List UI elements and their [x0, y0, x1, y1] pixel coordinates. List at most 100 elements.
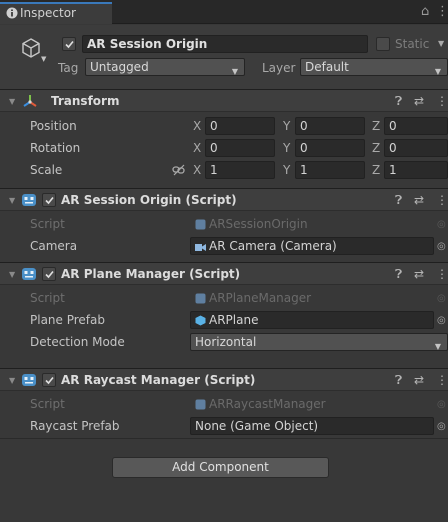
detection-mode-dropdown[interactable]: Horizontal ▼ [190, 333, 448, 351]
tag-value: Untagged [90, 60, 149, 74]
active-checkbox[interactable] [62, 37, 76, 51]
tab-title: Inspector [20, 6, 76, 20]
presets-icon[interactable]: ⇄ [414, 94, 424, 108]
script-label: Script [30, 217, 65, 231]
ar-session-origin-header[interactable]: ▼ AR Session Origin (Script) ❓︎ ⇄ ⋮ [0, 188, 448, 211]
rotation-y-field[interactable]: 0 [295, 139, 365, 157]
script-field: ARRaycastManager [190, 395, 434, 413]
layer-value: Default [305, 60, 349, 74]
check-icon [45, 270, 54, 279]
rotation-z-field[interactable]: 0 [384, 139, 448, 157]
gameobject-cube-icon[interactable] [20, 37, 42, 59]
static-dropdown-icon[interactable]: ▼ [438, 39, 444, 48]
script-icon [22, 268, 36, 280]
scale-y-field[interactable]: 1 [295, 161, 365, 179]
position-label: Position [30, 119, 77, 133]
component-menu-icon[interactable]: ⋮ [436, 94, 448, 108]
scale-x-field[interactable]: 1 [205, 161, 275, 179]
axis-x-label[interactable]: X [193, 141, 201, 155]
object-picker-icon[interactable]: ◎ [437, 241, 446, 252]
transform-title: Transform [51, 94, 120, 108]
help-icon[interactable]: ❓︎ [395, 373, 402, 388]
presets-icon[interactable]: ⇄ [414, 267, 424, 281]
chevron-down-icon: ▼ [434, 67, 441, 76]
component-enabled-checkbox[interactable] [42, 193, 56, 207]
plane-prefab-field[interactable]: ARPlane [190, 311, 434, 329]
help-icon[interactable]: ❓︎ [395, 94, 402, 109]
position-y-field[interactable]: 0 [295, 117, 365, 135]
foldout-icon[interactable]: ▼ [9, 196, 15, 205]
axis-z-label[interactable]: Z [372, 163, 380, 177]
components-divider [0, 438, 448, 439]
component-menu-icon[interactable]: ⋮ [436, 373, 448, 387]
tab-bar: Inspector ⌂ ⋮ [0, 0, 448, 24]
info-icon [6, 7, 18, 19]
axis-z-label[interactable]: Z [372, 141, 380, 155]
script-value: ARRaycastManager [209, 397, 326, 411]
layer-dropdown[interactable]: Default ▼ [300, 58, 448, 76]
camera-field[interactable]: AR Camera (Camera) [190, 237, 434, 255]
transform-body: Position X 0 Y 0 Z 0 Rotation X 0 Y 0 Z … [0, 115, 448, 185]
script-file-icon [195, 292, 206, 306]
script-icon [22, 374, 36, 386]
rotation-x-field[interactable]: 0 [205, 139, 275, 157]
position-x-field[interactable]: 0 [205, 117, 275, 135]
ar-plane-manager-body: Script ARPlaneManager ◎ Plane Prefab ARP… [0, 287, 448, 357]
axis-y-label[interactable]: Y [283, 163, 290, 177]
presets-icon[interactable]: ⇄ [414, 373, 424, 387]
detection-mode-label: Detection Mode [30, 335, 125, 349]
foldout-icon[interactable]: ▼ [9, 270, 15, 279]
ar-raycast-manager-header[interactable]: ▼ AR Raycast Manager (Script) ❓︎ ⇄ ⋮ [0, 368, 448, 391]
component-enabled-checkbox[interactable] [42, 267, 56, 281]
ar-plane-manager-header[interactable]: ▼ AR Plane Manager (Script) ❓︎ ⇄ ⋮ [0, 262, 448, 285]
static-label: Static [395, 37, 430, 51]
script-label: Script [30, 397, 65, 411]
tag-dropdown[interactable]: Untagged ▼ [85, 58, 245, 76]
object-picker-icon[interactable]: ◎ [437, 421, 446, 432]
plane-prefab-label: Plane Prefab [30, 313, 105, 327]
transform-header[interactable]: ▼ Transform ❓︎ ⇄ ⋮ [0, 89, 448, 112]
axis-x-label[interactable]: X [193, 163, 201, 177]
lock-icon[interactable]: ⌂ [421, 4, 429, 19]
object-picker-icon[interactable]: ◎ [437, 315, 446, 326]
object-picker-icon: ◎ [437, 399, 446, 410]
component-enabled-checkbox[interactable] [42, 373, 56, 387]
script-file-icon [195, 398, 206, 412]
help-icon[interactable]: ❓︎ [395, 193, 402, 208]
tab-inspector[interactable]: Inspector [0, 2, 112, 24]
axis-z-label[interactable]: Z [372, 119, 380, 133]
raycast-prefab-field[interactable]: None (Game Object) [190, 417, 434, 435]
camera-icon [195, 240, 206, 254]
gameobject-header: ▼ AR Session Origin Static ▼ Tag Untagge… [0, 25, 448, 93]
script-label: Script [30, 291, 65, 305]
prefab-icon [195, 314, 206, 328]
component-menu-icon[interactable]: ⋮ [436, 193, 448, 207]
constrain-proportions-icon[interactable] [172, 164, 186, 176]
detection-mode-value: Horizontal [195, 335, 257, 349]
camera-value: AR Camera (Camera) [209, 239, 337, 253]
ar-session-origin-body: Script ARSessionOrigin ◎ Camera AR Camer… [0, 213, 448, 259]
camera-label: Camera [30, 239, 78, 253]
position-z-field[interactable]: 0 [384, 117, 448, 135]
ar-raycast-manager-body: Script ARRaycastManager ◎ Raycast Prefab… [0, 393, 448, 439]
script-file-icon [195, 218, 206, 232]
foldout-icon[interactable]: ▼ [9, 376, 15, 385]
scale-z-field[interactable]: 1 [384, 161, 448, 179]
icon-caret-icon: ▼ [41, 55, 47, 63]
presets-icon[interactable]: ⇄ [414, 193, 424, 207]
transform-gizmo-icon [23, 95, 37, 107]
axis-x-label[interactable]: X [193, 119, 201, 133]
tab-menu-icon[interactable]: ⋮ [436, 4, 448, 19]
static-checkbox[interactable] [376, 37, 390, 51]
scale-label: Scale [30, 163, 63, 177]
rotation-label: Rotation [30, 141, 81, 155]
add-component-button[interactable]: Add Component [112, 457, 329, 478]
axis-y-label[interactable]: Y [283, 119, 290, 133]
component-menu-icon[interactable]: ⋮ [436, 267, 448, 281]
object-name-field[interactable]: AR Session Origin [82, 35, 368, 53]
object-picker-icon: ◎ [437, 219, 446, 230]
foldout-icon[interactable]: ▼ [9, 97, 15, 106]
help-icon[interactable]: ❓︎ [395, 267, 402, 282]
raycast-prefab-label: Raycast Prefab [30, 419, 120, 433]
axis-y-label[interactable]: Y [283, 141, 290, 155]
